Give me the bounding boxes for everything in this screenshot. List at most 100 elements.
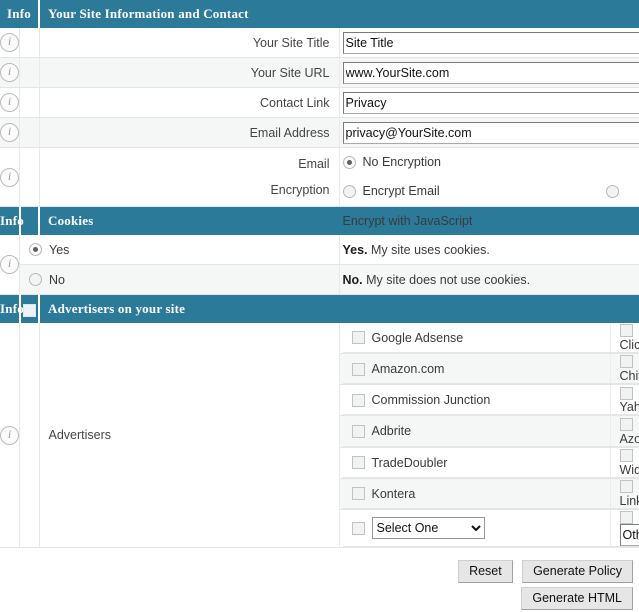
radio-encrypt-email[interactable] (343, 185, 356, 198)
privacy-policy-generator-form: Info Your Site Information and Contact Y… (0, 0, 639, 610)
advertiser-select-cell[interactable]: Select One (343, 510, 611, 547)
field-cell-site-title (339, 28, 639, 58)
gap-cell (20, 58, 40, 88)
checkbox-adbrite[interactable] (352, 425, 365, 438)
cookies-header-row: Info Cookies (0, 207, 639, 236)
info-icon[interactable] (0, 63, 19, 82)
advertiser-custom-table: Select One (343, 510, 639, 547)
gap-cell (20, 118, 40, 148)
info-icon-cell-cookies[interactable] (0, 235, 20, 295)
radio-no-encryption[interactable] (343, 156, 356, 169)
info-icon-cell-site-title[interactable] (0, 28, 20, 58)
checkbox-select-one[interactable] (352, 522, 365, 535)
checkbox-chitika[interactable] (620, 355, 633, 368)
advertisers-header-info-label: Info (0, 295, 20, 324)
cookies-choice-yes[interactable]: Yes (20, 235, 340, 265)
checkbox-widgetbucks[interactable] (620, 449, 633, 462)
field-row-site-url: Your Site URL (0, 58, 639, 88)
reset-button[interactable]: Reset (458, 560, 513, 583)
encryption-option-no-encryption[interactable]: No Encryption (343, 148, 603, 177)
info-icon-cell-advertisers[interactable] (0, 323, 20, 548)
site-title-input[interactable] (343, 32, 639, 54)
advertiser-option-right[interactable]: Chitika (610, 354, 639, 384)
info-icon-cell-email-encryption[interactable] (0, 148, 20, 207)
form-table: Info Your Site Information and Contact Y… (0, 0, 639, 548)
advertiser-option-right[interactable]: Azoogle (610, 416, 639, 446)
advertiser-label-left: Kontera (372, 487, 416, 501)
radio-encrypt-with-javascript[interactable] (606, 185, 619, 198)
radio-cookies-no[interactable] (29, 273, 42, 286)
checkbox-other[interactable] (620, 511, 633, 524)
advertiser-custom-row: Select One (343, 510, 639, 547)
advertiser-other-cell[interactable] (610, 510, 639, 547)
advertiser-option-left[interactable]: TradeDoubler (343, 448, 611, 478)
gap-cell (20, 28, 40, 58)
checkbox-tradedoubler[interactable] (352, 456, 365, 469)
advertiser-option-right[interactable]: WidgetBucks (610, 448, 639, 478)
checkbox-google-adsense[interactable] (352, 331, 365, 344)
advertiser-pair-row: Google Adsense ClickBank (343, 323, 639, 353)
email-address-input[interactable] (343, 122, 639, 144)
field-row-email-encryption: Email Encryption No Encryption Encrypt E… (0, 148, 639, 207)
advertiser-option-left[interactable]: Commission Junction (343, 385, 611, 415)
checkbox-amazon-com[interactable] (352, 363, 365, 376)
checkbox-commission-junction[interactable] (352, 394, 365, 407)
advertisers-header-checkbox-cell[interactable] (20, 295, 40, 324)
checkbox-azoogle[interactable] (620, 418, 633, 431)
advertiser-label-right: Azoogle (620, 432, 639, 446)
encryption-option-encrypt-email[interactable]: Encrypt Email (343, 177, 603, 206)
contact-link-input[interactable] (343, 92, 639, 114)
advertiser-option-left[interactable]: Amazon.com (343, 354, 611, 384)
advertiser-label-right: ClickBank (620, 338, 639, 352)
info-icon[interactable] (0, 168, 19, 187)
cookies-choice-no[interactable]: No (20, 265, 340, 295)
advertiser-select-dropdown[interactable]: Select One (372, 517, 485, 539)
info-icon-cell-site-url[interactable] (0, 58, 20, 88)
advertiser-option-left[interactable]: Adbrite (343, 416, 611, 446)
advertiser-pair-row: Amazon.com Chitika (343, 354, 639, 384)
info-icon-cell-contact-link[interactable] (0, 88, 20, 118)
cookies-desc-no-text: My site does not use cookies. (363, 273, 530, 287)
site-url-input[interactable] (343, 62, 639, 84)
info-icon[interactable] (0, 123, 19, 142)
info-icon[interactable] (0, 93, 19, 112)
button-bar-second-row: Generate HTML (0, 583, 639, 610)
gap-cell (20, 323, 40, 548)
site-info-header-info-label: Info (0, 0, 39, 28)
advertiser-option-right[interactable]: Yahoo! (610, 385, 639, 415)
advertiser-option-right[interactable]: ClickBank (610, 323, 639, 353)
site-info-header-row: Info Your Site Information and Contact (0, 0, 639, 28)
checkbox-linkshare[interactable] (620, 480, 633, 493)
generate-html-button[interactable]: Generate HTML (521, 587, 633, 610)
radio-label-no-encryption: No Encryption (363, 148, 442, 177)
radio-label-cookies-no: No (49, 273, 65, 287)
advertiser-pair-row: Kontera Linkshare (343, 479, 639, 509)
cookies-row-no: No No. My site does not use cookies. (0, 265, 639, 295)
advertiser-option-right[interactable]: Linkshare (610, 479, 639, 509)
advertiser-pair-cell: Google Adsense ClickBank (339, 323, 639, 354)
cookies-desc-no-bold: No. (343, 273, 363, 287)
info-icon-cell-email-address[interactable] (0, 118, 20, 148)
advertiser-label-left: Adbrite (372, 424, 412, 438)
info-icon[interactable] (0, 255, 19, 274)
advertiser-option-left[interactable]: Google Adsense (343, 323, 611, 353)
site-info-header-title: Your Site Information and Contact (39, 0, 639, 28)
advertiser-option-left[interactable]: Kontera (343, 479, 611, 509)
advertiser-pair-cell: TradeDoubler WidgetBucks (339, 447, 639, 478)
info-icon[interactable] (0, 426, 19, 445)
cookies-header-info-label: Info (0, 207, 20, 236)
label-email-encryption: Email Encryption (39, 148, 339, 207)
checkbox-yahoo[interactable] (620, 387, 633, 400)
select-all-advertisers-checkbox[interactable] (23, 304, 36, 317)
checkbox-kontera[interactable] (352, 487, 365, 500)
generate-policy-button[interactable]: Generate Policy (522, 560, 633, 583)
radio-cookies-yes[interactable] (29, 243, 42, 256)
radio-label-encrypt-with-javascript: Encrypt with JavaScript (343, 207, 473, 236)
label-email-encryption-line1: Email (40, 151, 330, 177)
label-email-encryption-line2: Encryption (40, 177, 330, 203)
advertiser-other-input[interactable] (620, 524, 639, 546)
checkbox-clickbank[interactable] (620, 324, 633, 337)
advertiser-label-left: TradeDoubler (372, 456, 448, 470)
info-icon[interactable] (0, 33, 19, 52)
advertiser-pair-cell: Adbrite Azoogle (339, 416, 639, 447)
